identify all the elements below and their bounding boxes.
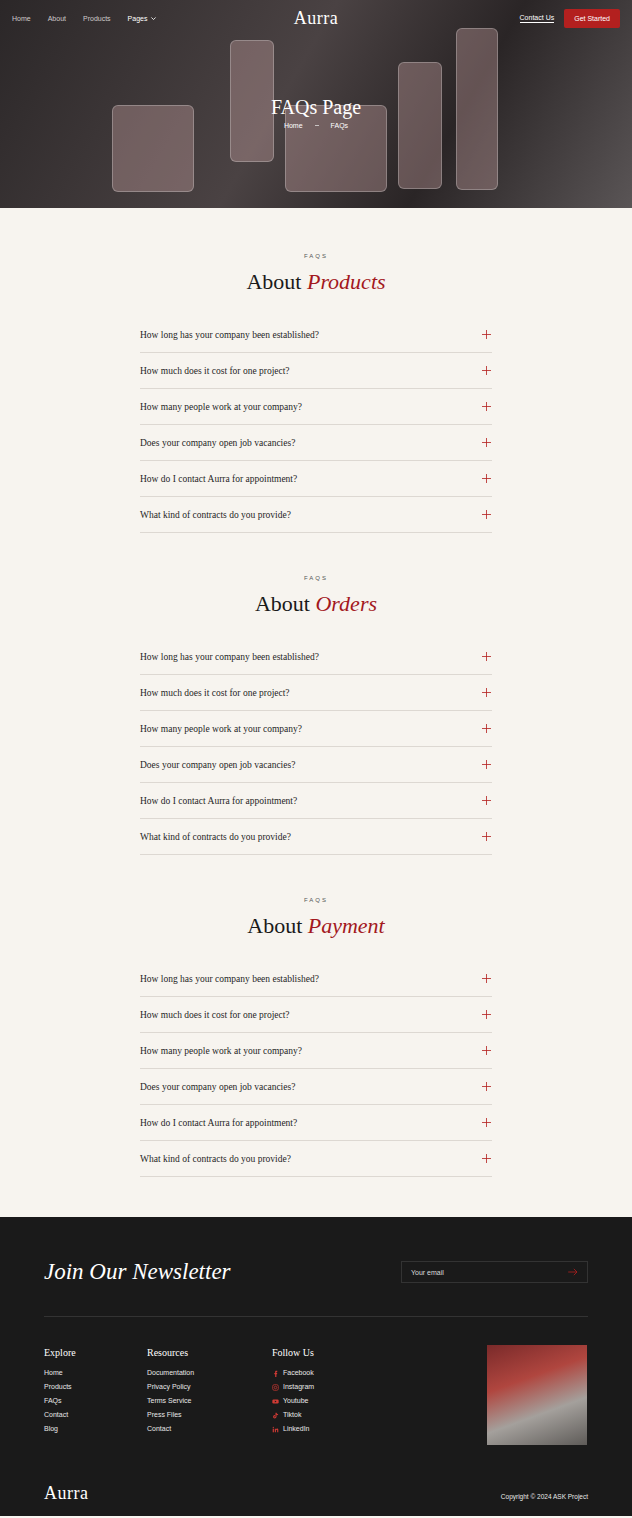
faq-item[interactable]: How much does it cost for one project? [140,675,492,711]
get-started-button[interactable]: Get Started [564,9,620,28]
faq-item[interactable]: How do I contact Aurra for appointment? [140,1105,492,1141]
plus-icon [482,366,491,375]
faq-item[interactable]: Does your company open job vacancies? [140,1069,492,1105]
plus-icon [482,1082,491,1091]
hero-title: FAQs Page [0,94,632,120]
footer-column: Follow Us Facebook Instagram Youtube Tik… [272,1345,487,1445]
faq-item[interactable]: How do I contact Aurra for appointment? [140,783,492,819]
footer-link[interactable]: LinkedIn [272,1422,487,1436]
faq-item[interactable]: How long has your company been establish… [140,317,492,353]
plus-icon [482,724,491,733]
plus-icon [482,1118,491,1127]
nav-link[interactable]: About [48,15,66,22]
breadcrumb-item[interactable]: Home [284,122,303,129]
faq-item[interactable]: How much does it cost for one project? [140,353,492,389]
footer-link[interactable]: Facebook [272,1366,487,1380]
plus-icon [482,330,491,339]
chevron-down-icon [150,15,157,22]
footer-link[interactable]: Tiktok [272,1408,487,1422]
plus-icon [482,652,491,661]
section-label: FAQS [140,573,492,583]
nav-link[interactable]: Products [83,15,111,22]
footer-photo [487,1345,587,1445]
section-title: About Products [140,267,492,297]
faq-section: FAQS About Orders How long has your comp… [140,573,492,855]
faq-section: FAQS About Payment How long has your com… [140,895,492,1177]
section-title: About Orders [140,589,492,619]
footer-column: Resources Documentation Privacy Policy T… [147,1345,272,1445]
footer-link[interactable]: Home [44,1366,147,1380]
hero: HomeAboutProductsPages Aurra Contact Us … [0,0,632,208]
footer-link[interactable]: Contact [44,1408,147,1422]
footer-logo[interactable]: Aurra [44,1483,88,1504]
instagram-icon [272,1384,279,1391]
faq-list: How long has your company been establish… [140,961,492,1177]
faq-item[interactable]: Does your company open job vacancies? [140,747,492,783]
faq-item[interactable]: What kind of contracts do you provide? [140,819,492,855]
faq-list: How long has your company been establish… [140,317,492,533]
faq-item[interactable]: How many people work at your company? [140,711,492,747]
faq-item[interactable]: How do I contact Aurra for appointment? [140,461,492,497]
faq-item[interactable]: Does your company open job vacancies? [140,425,492,461]
footer-link[interactable]: Contact [147,1422,272,1436]
plus-icon [482,688,491,697]
plus-icon [482,974,491,983]
faq-item[interactable]: How many people work at your company? [140,389,492,425]
faq-item[interactable]: How many people work at your company? [140,1033,492,1069]
footer-link[interactable]: FAQs [44,1394,147,1408]
faq-page: HomeAboutProductsPages Aurra Contact Us … [0,0,632,1516]
faq-item[interactable]: What kind of contracts do you provide? [140,1141,492,1177]
contact-link[interactable]: Contact Us [520,14,555,23]
logo[interactable]: Aurra [294,8,338,29]
footer: Join Our Newsletter Your email Explore H… [0,1217,632,1516]
column-title: Follow Us [272,1347,487,1358]
nav-link[interactable]: Home [12,15,31,22]
footer-link[interactable]: Instagram [272,1380,487,1394]
email-field[interactable]: Your email [401,1261,588,1283]
breadcrumb-item[interactable]: FAQs [331,122,349,129]
newsletter: Join Our Newsletter Your email [44,1257,588,1287]
newsletter-title: Join Our Newsletter [44,1259,231,1285]
plus-icon [482,832,491,841]
breadcrumb: Home FAQs [0,122,632,129]
breadcrumb-separator [315,125,319,126]
faq-item[interactable]: How much does it cost for one project? [140,997,492,1033]
copyright: Copyright © 2024 ASK Project [501,1493,588,1504]
footer-link[interactable]: Terms Service [147,1394,272,1408]
footer-link[interactable]: Privacy Policy [147,1380,272,1394]
plus-icon [482,796,491,805]
column-title: Resources [147,1347,272,1358]
faq-section: FAQS About Products How long has your co… [140,251,492,533]
plus-icon [482,402,491,411]
facebook-icon [272,1370,279,1377]
faq-item[interactable]: How long has your company been establish… [140,961,492,997]
plus-icon [482,1010,491,1019]
plus-icon [482,510,491,519]
linkedin-icon [272,1426,279,1433]
footer-link[interactable]: Documentation [147,1366,272,1380]
faq-content: FAQS About Products How long has your co… [0,208,632,1217]
section-label: FAQS [140,251,492,261]
section-title: About Payment [140,911,492,941]
plus-icon [482,1154,491,1163]
faq-item[interactable]: What kind of contracts do you provide? [140,497,492,533]
footer-link[interactable]: Blog [44,1422,147,1436]
tiktok-icon [272,1412,279,1419]
plus-icon [482,438,491,447]
plus-icon [482,1046,491,1055]
youtube-icon [272,1398,279,1405]
section-label: FAQS [140,895,492,905]
navbar: HomeAboutProductsPages Aurra Contact Us … [0,0,632,28]
column-title: Explore [44,1347,147,1358]
plus-icon [482,474,491,483]
faq-list: How long has your company been establish… [140,639,492,855]
footer-link[interactable]: Youtube [272,1394,487,1408]
footer-link[interactable]: Products [44,1380,147,1394]
nav-link[interactable]: Pages [128,15,158,22]
arrow-right-icon[interactable] [568,1268,578,1276]
footer-link[interactable]: Press Files [147,1408,272,1422]
footer-column: Explore Home Products FAQs Contact Blog [44,1345,147,1445]
faq-item[interactable]: How long has your company been establish… [140,639,492,675]
plus-icon [482,760,491,769]
